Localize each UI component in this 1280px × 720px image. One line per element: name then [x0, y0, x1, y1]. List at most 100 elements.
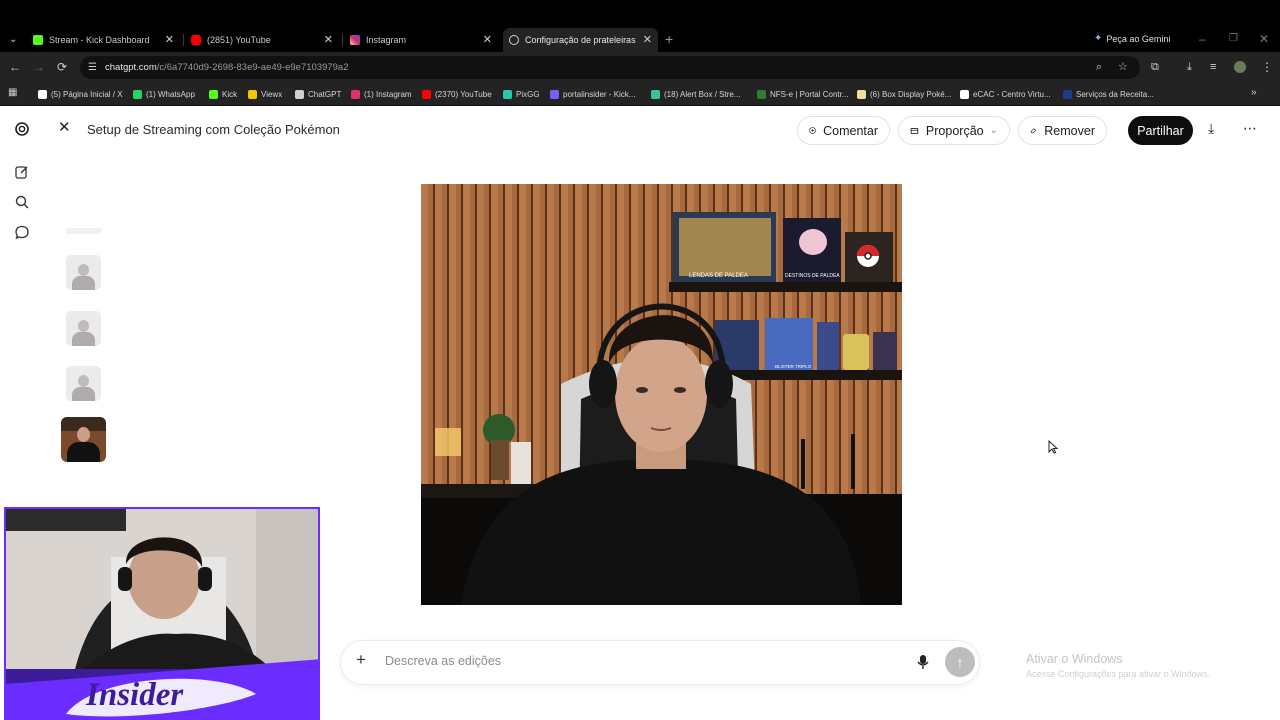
bookmark-label: (5) Página Inicial / X — [51, 89, 123, 99]
bookmark-item[interactable]: Kick — [209, 87, 237, 101]
bookmark-item[interactable]: (1) WhatsApp — [133, 87, 195, 101]
bookmark-favicon-icon — [38, 89, 47, 99]
bookmark-label: Viewx — [261, 89, 283, 99]
gemini-button[interactable]: ✦ Peça ao Gemini — [1094, 33, 1170, 44]
tab-label: Configuração de prateleiras Po — [525, 35, 637, 45]
tab-search-icon[interactable]: ⌄ — [9, 34, 17, 46]
close-tab-icon[interactable]: ✕ — [483, 33, 492, 46]
brand-logo: Insider — [86, 677, 184, 713]
zoom-icon[interactable]: ⌕ — [1096, 61, 1102, 73]
bookmark-item[interactable]: (1) Instagram — [351, 87, 412, 101]
windows-activation-title: Ativar o Windows — [1026, 652, 1123, 666]
close-tab-icon[interactable]: ✕ — [165, 33, 174, 46]
tab-kick-dashboard[interactable]: Stream - Kick Dashboard ✕ — [27, 28, 180, 52]
generated-image[interactable]: LENDAS DE PALDEA DESTINOS DE PALDEA BLIS… — [421, 184, 902, 605]
more-options-icon[interactable]: ⋯ — [1243, 121, 1257, 135]
send-button[interactable]: ↑ — [945, 647, 975, 677]
download-image-icon[interactable]: ⤓ — [1208, 121, 1214, 135]
bookmark-label: (6) Box Display Poké... — [870, 89, 952, 99]
tab-divider — [183, 34, 184, 46]
chatgpt-logo-icon[interactable] — [14, 121, 30, 137]
image-version-thumbnail[interactable] — [66, 255, 101, 290]
bookmark-star-icon[interactable]: ☆ — [1118, 61, 1128, 73]
bookmark-item[interactable]: Serviços da Receita... — [1063, 87, 1154, 101]
crop-icon — [910, 127, 919, 134]
share-label: Partilhar — [1137, 123, 1184, 138]
remove-button[interactable]: Remover — [1018, 116, 1107, 145]
minimize-icon[interactable]: – — [1199, 33, 1206, 45]
eraser-icon — [1030, 128, 1037, 134]
comment-button[interactable]: Comentar — [797, 116, 890, 145]
new-tab-icon[interactable]: + — [665, 32, 673, 46]
maximize-icon[interactable]: ❐ — [1229, 33, 1238, 45]
reading-list-icon[interactable]: ≡ — [1210, 61, 1216, 73]
tab-chatgpt-active[interactable]: Configuração de prateleiras Po ✕ — [503, 28, 658, 52]
search-icon[interactable] — [14, 194, 30, 210]
prompt-placeholder: Descreva as edições — [385, 654, 502, 668]
download-icon[interactable]: ⤓ — [1187, 61, 1192, 73]
close-tab-icon[interactable]: ✕ — [643, 33, 652, 46]
aspect-ratio-dropdown[interactable]: Proporção ⌄ — [898, 116, 1010, 145]
more-bookmarks-icon[interactable]: » — [1251, 87, 1257, 99]
bookmark-label: Serviços da Receita... — [1076, 89, 1154, 99]
tab-youtube[interactable]: (2851) YouTube ✕ — [186, 28, 339, 52]
url-path: /c/6a7740d9-2698-83e9-ae49-e9e7103979a2 — [156, 62, 349, 73]
url-text[interactable]: chatgpt.com/c/6a7740d9-2698-83e9-ae49-e9… — [105, 62, 349, 73]
bookmark-label: PixGG — [516, 89, 540, 99]
bookmark-item[interactable]: eCAC - Centro Virtu... — [960, 87, 1051, 101]
bookmark-item[interactable]: (6) Box Display Poké... — [857, 87, 951, 101]
ratio-label: Proporção — [925, 123, 984, 138]
bookmark-label: (1) WhatsApp — [146, 89, 195, 99]
bookmark-item[interactable]: PixGG — [503, 87, 540, 101]
gemini-label: Peça ao Gemini — [1106, 33, 1171, 44]
bookmark-item[interactable]: (18) Alert Box / Stre... — [651, 87, 740, 101]
chevron-down-icon: ⌄ — [989, 125, 998, 136]
bookmark-item[interactable]: Viewx — [248, 87, 282, 101]
bookmark-favicon-icon — [422, 89, 431, 99]
back-arrow-icon[interactable]: ← — [9, 61, 21, 73]
bookmark-item[interactable]: NFS-e | Portal Contr... — [757, 87, 849, 101]
share-button[interactable]: Partilhar — [1128, 116, 1193, 145]
bookmark-favicon-icon — [248, 89, 257, 99]
reload-icon[interactable]: ⟳ — [57, 61, 67, 73]
bookmark-label: Kick — [222, 89, 238, 99]
kick-icon — [33, 35, 43, 45]
browser-menu-icon[interactable]: ⋮ — [1261, 61, 1273, 73]
bookmark-item[interactable]: (2370) YouTube — [422, 87, 492, 101]
bookmark-item[interactable]: (5) Página Inicial / X — [38, 87, 123, 101]
site-info-icon[interactable]: ☰ — [88, 62, 97, 74]
thumbnail-placeholder — [66, 228, 101, 234]
box-label: LENDAS DE PALDEA — [689, 273, 748, 279]
image-version-thumbnail-selected[interactable] — [61, 417, 106, 462]
tab-divider — [342, 34, 343, 46]
close-tab-icon[interactable]: ✕ — [324, 33, 333, 46]
tab-instagram[interactable]: Instagram ✕ — [345, 28, 498, 52]
bookmark-favicon-icon — [295, 89, 304, 99]
bookmark-favicon-icon — [757, 89, 766, 99]
bookmark-favicon-icon — [550, 89, 559, 99]
image-version-thumbnail[interactable] — [66, 311, 101, 346]
comment-plus-icon — [809, 127, 816, 134]
tab-label: Instagram — [366, 35, 407, 45]
close-icon[interactable]: ✕ — [58, 120, 71, 135]
bookmark-item[interactable]: portalinsider - Kick... — [550, 87, 635, 101]
youtube-icon — [191, 35, 201, 45]
add-attachment-icon[interactable]: + — [356, 651, 366, 668]
image-version-thumbnail[interactable] — [66, 366, 101, 401]
bookmark-label: eCAC - Centro Virtu... — [973, 89, 1051, 99]
forward-arrow-icon[interactable]: → — [33, 61, 45, 73]
extensions-icon[interactable]: ⧉ — [1151, 61, 1159, 73]
bookmark-item[interactable]: ChatGPT — [295, 87, 341, 101]
new-chat-icon[interactable] — [14, 164, 30, 180]
bookmark-favicon-icon — [857, 89, 866, 99]
tab-label: Stream - Kick Dashboard — [49, 35, 150, 45]
apps-grid-icon[interactable]: ▦ — [8, 87, 17, 99]
bookmark-favicon-icon — [651, 89, 660, 99]
chat-bubble-icon[interactable] — [14, 224, 30, 240]
microphone-icon[interactable] — [916, 654, 930, 670]
profile-avatar[interactable] — [1234, 61, 1246, 73]
bookmark-label: portalinsider - Kick... — [563, 89, 636, 99]
webcam-overlay: Insider — [4, 507, 320, 720]
window-close-icon[interactable]: ✕ — [1259, 33, 1269, 45]
bookmark-label: NFS-e | Portal Contr... — [770, 89, 849, 99]
